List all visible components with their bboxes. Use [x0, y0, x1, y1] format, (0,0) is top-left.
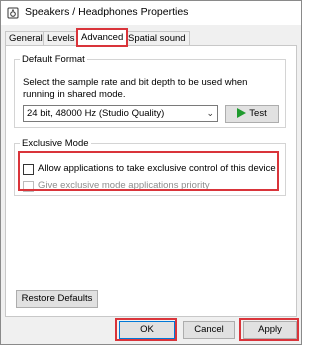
apply-button[interactable]: Apply	[243, 321, 297, 339]
default-format-description: Select the sample rate and bit depth to …	[23, 77, 248, 100]
tab-advanced[interactable]: Advanced	[75, 28, 129, 47]
tab-panel-advanced: Default Format Select the sample rate an…	[5, 45, 297, 317]
chevron-down-icon: ⌄	[206, 108, 214, 118]
allow-exclusive-control-label: Allow applications to take exclusive con…	[38, 163, 276, 174]
test-button[interactable]: Test	[225, 105, 279, 123]
format-select-value: 24 bit, 48000 Hz (Studio Quality)	[27, 108, 165, 119]
exclusive-mode-group: Exclusive Mode Allow applications to tak…	[14, 138, 286, 196]
exclusive-priority-row: Give exclusive mode applications priorit…	[23, 180, 223, 193]
default-format-legend: Default Format	[22, 54, 85, 65]
properties-dialog: Speakers / Headphones Properties General…	[0, 0, 302, 345]
ok-button[interactable]: OK	[119, 321, 175, 339]
speaker-icon	[7, 7, 19, 19]
default-format-group: Default Format Select the sample rate an…	[14, 54, 286, 128]
format-select[interactable]: 24 bit, 48000 Hz (Studio Quality) ⌄	[23, 105, 218, 122]
exclusive-priority-label: Give exclusive mode applications priorit…	[38, 180, 210, 191]
tab-general[interactable]: General	[5, 31, 47, 46]
dialog-footer: OK Cancel Apply	[1, 315, 301, 344]
window-title: Speakers / Headphones Properties	[25, 6, 189, 18]
title-bar: Speakers / Headphones Properties	[1, 1, 301, 25]
exclusive-mode-legend: Exclusive Mode	[22, 138, 89, 149]
tab-spatial-sound[interactable]: Spatial sound	[124, 31, 190, 46]
test-button-label: Test	[249, 108, 267, 119]
allow-exclusive-control-checkbox[interactable]	[23, 164, 34, 175]
allow-exclusive-control-row[interactable]: Allow applications to take exclusive con…	[23, 163, 276, 176]
cancel-button[interactable]: Cancel	[183, 321, 235, 339]
play-icon	[237, 108, 247, 118]
restore-defaults-button[interactable]: Restore Defaults	[16, 290, 98, 308]
exclusive-priority-checkbox	[23, 181, 34, 192]
tab-levels[interactable]: Levels	[43, 31, 79, 46]
tab-strip: General Levels Advanced Spatial sound	[5, 28, 297, 47]
